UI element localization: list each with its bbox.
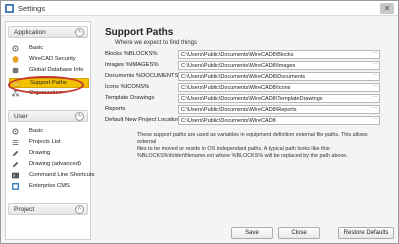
blocks-path-field[interactable]: C:\Users\Public\Documents\WireCAD8\Block…	[178, 50, 380, 59]
path-value: C:\Users\Public\Documents\WireCAD8	[181, 118, 276, 124]
sidebar-item-enterprise-cms[interactable]: Enterprise CMS	[9, 182, 89, 192]
sidebar-item-label: Command Line Shortcuts	[29, 172, 95, 178]
pencil-icon	[12, 150, 19, 157]
path-label: Documents %DOCUMENTS%	[105, 73, 184, 79]
collapse-icon[interactable]: ˄	[75, 112, 84, 121]
browse-button[interactable]: ···	[371, 51, 379, 58]
path-label: Images %IMAGES%	[105, 62, 159, 68]
sidebar-item-command-line-shortcuts[interactable]: Command Line Shortcuts	[9, 171, 94, 181]
database-icon	[12, 67, 19, 74]
browse-button[interactable]: ···	[371, 73, 379, 80]
title-bar: Settings ✕	[1, 1, 398, 16]
browse-button[interactable]: ···	[371, 117, 379, 124]
note-line: These support paths are used as variable…	[137, 132, 368, 145]
browse-button[interactable]: ···	[371, 84, 379, 91]
terminal-icon	[12, 172, 19, 179]
path-value: C:\Users\Public\Documents\WireCAD8\Icons	[181, 85, 291, 91]
sidebar-item-label: Enterprise CMS	[29, 183, 70, 189]
gear-icon	[12, 45, 19, 52]
page-title: Support Paths	[105, 27, 174, 38]
list-icon	[12, 139, 19, 146]
path-row-blocks: Blocks %BLOCKS% C:\Users\Public\Document…	[105, 50, 385, 59]
path-value: C:\Users\Public\Documents\WireCAD8\Docum…	[181, 74, 306, 80]
sidebar-item-app-basic[interactable]: Basic	[9, 44, 89, 54]
note-line: files to be moved or reside in OS indepe…	[137, 146, 331, 152]
path-label: Icons %ICONS%	[105, 84, 150, 90]
collapse-icon[interactable]: ˄	[75, 28, 84, 37]
sidebar-item-label: Projects List	[29, 139, 61, 145]
collapse-icon[interactable]: ˄	[75, 205, 84, 214]
path-label: Reports	[105, 106, 126, 112]
path-row-images: Images %IMAGES% C:\Users\Public\Document…	[105, 61, 385, 70]
settings-sidebar: Application ˄ Basic WireCAD Security Glo…	[5, 21, 94, 240]
restore-defaults-button[interactable]: Restore Defaults	[338, 227, 394, 239]
security-icon	[12, 56, 19, 63]
path-value: C:\Users\Public\Documents\WireCAD8\Repor…	[181, 107, 297, 113]
images-path-field[interactable]: C:\Users\Public\Documents\WireCAD8\Image…	[178, 61, 380, 70]
path-label: Default New Project Location	[105, 117, 180, 123]
gear-icon	[12, 128, 19, 135]
icons-path-field[interactable]: C:\Users\Public\Documents\WireCAD8\Icons…	[178, 83, 380, 92]
sidebar-item-global-database-info[interactable]: Global Database Info	[9, 66, 89, 76]
save-button[interactable]: Save	[231, 227, 273, 239]
settings-window: Settings ✕ Application ˄ Basic WireCAD S…	[0, 0, 399, 244]
browse-button[interactable]: ···	[371, 62, 379, 69]
cms-icon	[12, 183, 19, 190]
sidebar-item-drawing[interactable]: Drawing	[9, 149, 89, 159]
group-user-label: User	[14, 113, 28, 120]
path-value: C:\Users\Public\Documents\WireCAD8\Block…	[181, 52, 294, 58]
reports-path-field[interactable]: C:\Users\Public\Documents\WireCAD8\Repor…	[178, 105, 380, 114]
sidebar-item-label: Basic	[29, 45, 44, 51]
group-project-header[interactable]: Project ˄	[8, 203, 88, 215]
window-title: Settings	[18, 4, 46, 13]
close-button[interactable]: Close	[278, 227, 320, 239]
pencil-icon	[12, 161, 19, 168]
close-window-button[interactable]: ✕	[380, 3, 394, 14]
group-user-header[interactable]: User ˄	[8, 110, 88, 122]
browse-button[interactable]: ···	[371, 95, 379, 102]
support-paths-note: These support paths are used as variable…	[137, 132, 387, 160]
sidebar-item-user-basic[interactable]: Basic	[9, 127, 89, 137]
sidebar-item-label: Drawing (advanced)	[29, 161, 81, 167]
sidebar-item-label: Basic	[29, 128, 44, 134]
group-application-label: Application	[14, 29, 46, 36]
sidebar-item-label: WireCAD Security	[29, 56, 76, 62]
template-drawings-path-field[interactable]: C:\Users\Public\Documents\WireCAD8\Templ…	[178, 94, 380, 103]
support-paths-panel: Support Paths Where we expect to find th…	[97, 21, 395, 221]
sidebar-item-label: Drawing	[29, 150, 51, 156]
path-row-default-project-location: Default New Project Location C:\Users\Pu…	[105, 116, 385, 125]
page-subtitle: Where we expect to find things	[115, 40, 198, 46]
path-row-icons: Icons %ICONS% C:\Users\Public\Documents\…	[105, 83, 385, 92]
group-application-header[interactable]: Application ˄	[8, 26, 88, 38]
note-line: %BLOCKS%\folder\filename.ext where %BLOC…	[137, 153, 348, 159]
sidebar-item-wirecad-security[interactable]: WireCAD Security	[9, 55, 89, 65]
settings-app-icon	[5, 4, 14, 13]
path-value: C:\Users\Public\Documents\WireCAD8\Image…	[181, 63, 296, 69]
path-label: Blocks %BLOCKS%	[105, 51, 158, 57]
documents-path-field[interactable]: C:\Users\Public\Documents\WireCAD8\Docum…	[178, 72, 380, 81]
default-project-location-field[interactable]: C:\Users\Public\Documents\WireCAD8 ···	[178, 116, 380, 125]
path-label: Template Drawings	[105, 95, 155, 101]
browse-button[interactable]: ···	[371, 106, 379, 113]
sidebar-item-drawing-advanced[interactable]: Drawing (advanced)	[9, 160, 89, 170]
sidebar-item-projects-list[interactable]: Projects List	[9, 138, 89, 148]
highlight-annotation	[8, 76, 84, 94]
path-row-documents: Documents %DOCUMENTS% C:\Users\Public\Do…	[105, 72, 385, 81]
group-project-label: Project	[14, 206, 35, 213]
sidebar-item-label: Global Database Info	[29, 67, 84, 73]
path-row-reports: Reports C:\Users\Public\Documents\WireCA…	[105, 105, 385, 114]
path-row-template-drawings: Template Drawings C:\Users\Public\Docume…	[105, 94, 385, 103]
path-value: C:\Users\Public\Documents\WireCAD8\Templ…	[181, 96, 323, 102]
